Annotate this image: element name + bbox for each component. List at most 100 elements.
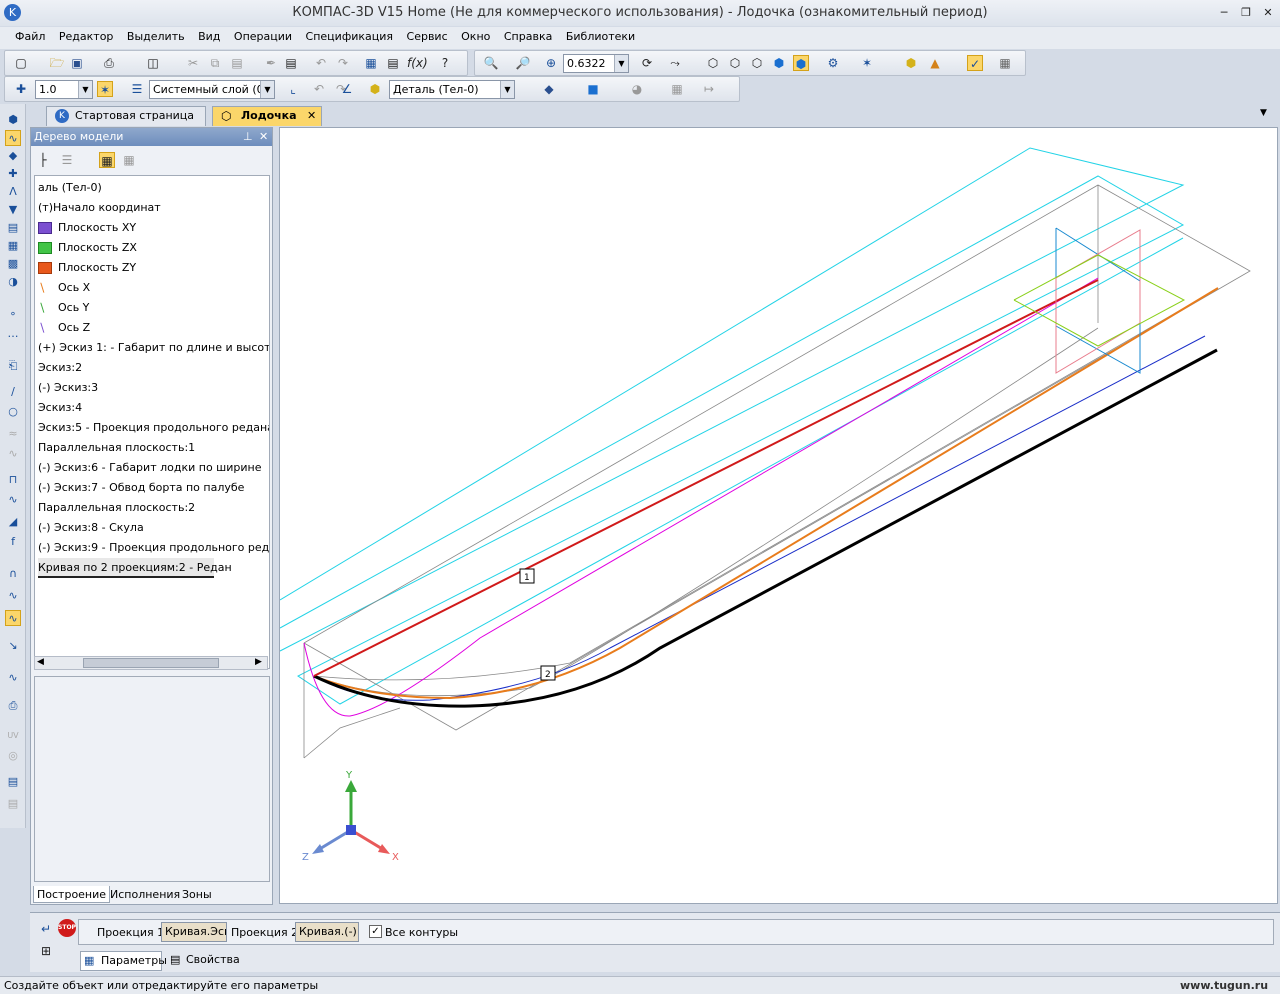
layer-combo[interactable]: Системный слой (0) ▼ <box>149 80 275 99</box>
tree-list-icon[interactable]: ▦ <box>99 152 115 168</box>
broken-line-icon[interactable]: ⎗ <box>5 358 21 374</box>
menu-operations[interactable]: Операции <box>229 27 297 46</box>
dimension-icon[interactable]: ↦ <box>701 81 717 97</box>
halftone-icon[interactable]: ⬢ <box>771 55 787 71</box>
proj1-field[interactable]: Кривая.Эск <box>161 922 227 942</box>
specification-icon[interactable]: ▦ <box>5 238 21 254</box>
redo-icon[interactable]: ↷ <box>335 55 351 71</box>
tree-node-sketch-2[interactable]: Эскиз:2 <box>38 358 82 378</box>
material-icon[interactable]: ■ <box>585 81 601 97</box>
local-cs-icon[interactable]: ✚ <box>13 81 29 97</box>
grid-icon[interactable]: ⊞ <box>38 943 54 959</box>
tree-node-sketch-7[interactable]: (-) Эскиз:7 - Обвод борта по палубе <box>38 478 244 498</box>
tree-node-sketch-9[interactable]: (-) Эскиз:9 - Проекция продольного редан… <box>38 538 269 558</box>
uv-curve-icon[interactable]: UV <box>5 728 21 744</box>
line-icon[interactable]: ∕ <box>5 384 21 400</box>
tree-node-axis-y[interactable]: ∖ Ось Y <box>38 298 89 318</box>
tree-scrollbar[interactable]: ◀ ▶ <box>34 656 268 670</box>
tree-node-body[interactable]: аль (Тел-0) <box>38 178 102 198</box>
model-viewport[interactable]: 1 2 Y Z X <box>279 127 1278 904</box>
copy-icon[interactable]: ⧉ <box>207 55 223 71</box>
model-canvas[interactable]: 1 2 Y Z X <box>279 128 1279 905</box>
stop-icon[interactable]: STOP <box>58 919 76 937</box>
tab-properties[interactable]: ▤ Свойства <box>168 951 248 971</box>
menu-help[interactable]: Справка <box>499 27 557 46</box>
hidden-lines-icon[interactable]: ⬡ <box>727 55 743 71</box>
new-file-icon[interactable]: ▢ <box>13 55 29 71</box>
tree-node-sketch-3[interactable]: (-) Эскиз:3 <box>38 378 98 398</box>
light-icon[interactable]: ◕ <box>629 81 645 97</box>
open-file-icon[interactable]: 🗁 <box>49 55 65 71</box>
undo-icon[interactable]: ↶ <box>313 55 329 71</box>
tab-lodochka[interactable]: ⬡ Лодочка ✕ <box>212 106 322 126</box>
rotate-icon[interactable]: ⟳ <box>639 55 655 71</box>
tree-node-plane-zy[interactable]: Плоскость ZY <box>38 258 136 278</box>
step-combo[interactable]: 1.0 ▼ <box>35 80 93 99</box>
spatial-curves-icon[interactable]: ∿ <box>5 130 21 146</box>
measure-icon[interactable]: ▦ <box>997 55 1013 71</box>
restore-button[interactable]: ❐ <box>1238 6 1254 20</box>
tab-versions[interactable]: Исполнения <box>107 886 183 903</box>
trim-curve-icon[interactable]: ▤ <box>5 796 21 812</box>
all-contours-checkbox[interactable]: ✓ <box>369 925 382 938</box>
tree-node-axis-z[interactable]: ∖ Ось Z <box>38 318 90 338</box>
spline-icon[interactable]: ∿ <box>5 446 21 462</box>
tree-expand-icon[interactable]: ☰ <box>59 152 75 168</box>
tree-node-axis-x[interactable]: ∖ Ось X <box>38 278 90 298</box>
tree-node-plane-xy[interactable]: Плоскость XY <box>38 218 136 238</box>
menu-window[interactable]: Окно <box>456 27 495 46</box>
elements-icon[interactable]: ◑ <box>5 274 21 290</box>
menu-select[interactable]: Выделить <box>122 27 190 46</box>
layer-icon[interactable]: ☰ <box>129 81 145 97</box>
color-icon[interactable]: ◆ <box>541 81 557 97</box>
arrays-icon[interactable]: ✚ <box>5 166 21 182</box>
snap-toggle-icon[interactable]: ✶ <box>97 81 113 97</box>
pointer-icon[interactable]: ✓ <box>967 55 983 71</box>
snap-icon[interactable]: ✶ <box>859 55 875 71</box>
polyline-icon[interactable]: ⊓ <box>5 472 21 488</box>
chevron-down-icon[interactable]: ▼ <box>1260 108 1267 118</box>
halftone-edges-icon[interactable]: ⬢ <box>793 55 809 71</box>
report-icon[interactable]: ▩ <box>5 256 21 272</box>
zoom-window-icon[interactable]: 🔍 <box>483 55 499 71</box>
menu-libraries[interactable]: Библиотеки <box>561 27 640 46</box>
close-button[interactable]: ✕ <box>1260 6 1276 20</box>
tab-parameters[interactable]: ▦ Параметры <box>80 951 167 971</box>
undo-icon[interactable]: ↶ <box>311 81 327 97</box>
cut-icon[interactable]: ✂ <box>185 55 201 71</box>
tree-node-origin[interactable]: (т)Начало координат <box>38 198 161 218</box>
marker-2[interactable]: 2 <box>540 665 556 681</box>
pin-icon[interactable]: ⊥ <box>243 128 253 146</box>
tab-zones[interactable]: Зоны <box>179 886 215 903</box>
manager-icon[interactable]: ▦ <box>363 55 379 71</box>
edge-curve-icon[interactable]: ↘ <box>5 638 21 654</box>
filter-icon[interactable]: ⚙ <box>825 55 841 71</box>
table-icon[interactable]: ▦ <box>669 81 685 97</box>
point-icon[interactable]: ∘ <box>5 306 21 322</box>
menu-specification[interactable]: Спецификация <box>301 27 398 46</box>
tree-node-sketch-6[interactable]: (-) Эскиз:6 - Габарит лодки по ширине <box>38 458 261 478</box>
helix-icon[interactable]: ≈ <box>5 426 21 442</box>
close-icon[interactable]: ✕ <box>307 107 316 125</box>
variables-icon[interactable]: f(x) <box>407 55 428 71</box>
tree-node-sketch-1[interactable]: (+) Эскиз 1: - Габарит по длине и высоте <box>38 338 269 358</box>
bezier-icon[interactable]: ∿ <box>5 492 21 508</box>
circle-icon[interactable]: ○ <box>5 404 21 420</box>
preview-icon[interactable]: ◫ <box>145 55 161 71</box>
tab-start-page[interactable]: K Стартовая страница <box>46 106 206 126</box>
surface-curve-icon[interactable]: ◎ <box>5 748 21 764</box>
curve-formula-icon[interactable]: f <box>5 534 21 550</box>
tree-node-sketch-8[interactable]: (-) Эскиз:8 - Скула <box>38 518 144 538</box>
tree-node-plane-zx[interactable]: Плоскость ZX <box>38 238 137 258</box>
format-icon[interactable]: ✒ <box>263 55 279 71</box>
dots-icon[interactable]: … <box>5 326 21 342</box>
tree-node-sketch-5[interactable]: Эскиз:5 - Проекция продольного редана вд… <box>38 418 269 438</box>
proj2-field[interactable]: Кривая.(-) <box>295 922 359 942</box>
close-icon[interactable]: ✕ <box>259 128 268 146</box>
cube-icon[interactable]: ⬢ <box>903 55 919 71</box>
tree-node-sketch-4[interactable]: Эскиз:4 <box>38 398 82 418</box>
menu-view[interactable]: Вид <box>193 27 225 46</box>
tree-detail-icon[interactable]: ▦ <box>121 152 137 168</box>
zoom-fit-icon[interactable]: 🔎 <box>515 55 531 71</box>
tab-construction[interactable]: Построение <box>33 886 111 903</box>
